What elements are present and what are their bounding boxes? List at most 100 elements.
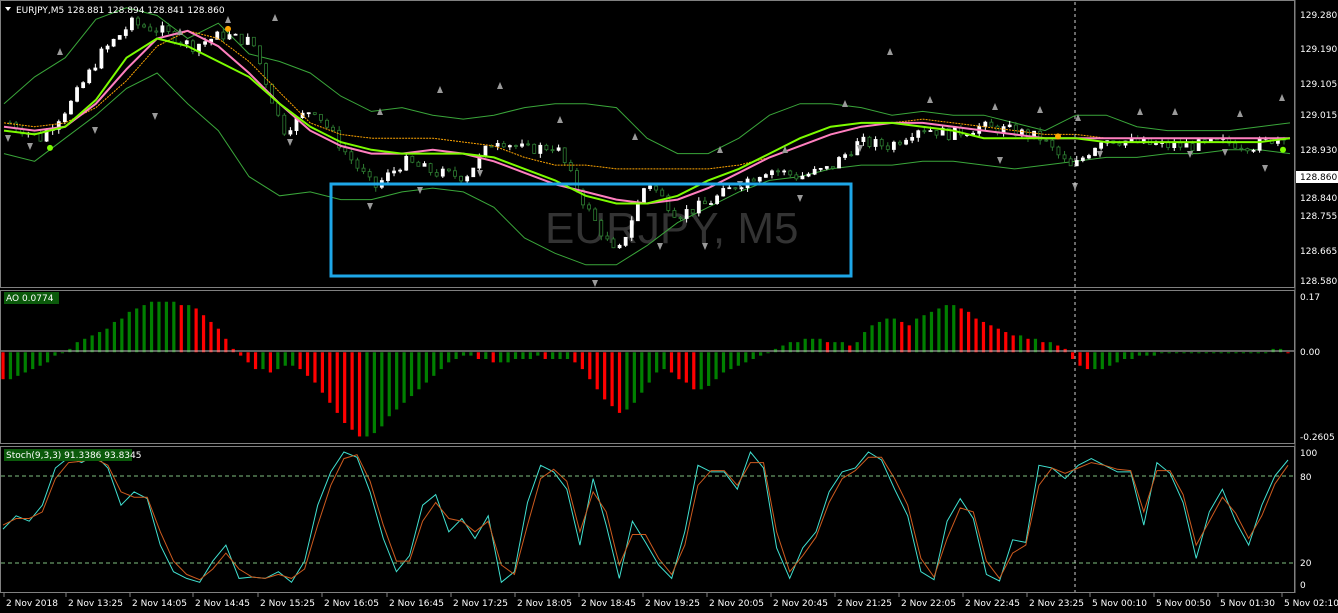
fractal-down-arrow-icon <box>997 157 1003 164</box>
candle-body <box>130 17 134 31</box>
ao-bar <box>1033 338 1038 353</box>
candle-body <box>1184 143 1189 148</box>
ao-bar <box>142 305 146 353</box>
candle-body <box>367 171 372 178</box>
fractal-up-arrow-icon <box>272 14 278 21</box>
candle-body <box>1154 143 1158 145</box>
ao-bar <box>551 352 555 359</box>
trading-chart[interactable]: EURJPY, M5 EURJPY,M5 128.881 128.894 128… <box>0 0 1338 613</box>
candle-body <box>148 26 153 32</box>
fractal-up-arrow-icon <box>927 96 933 103</box>
fractal-up-arrow-icon <box>225 16 231 23</box>
time-label: 2 Nov 19:25 <box>645 599 700 609</box>
fractal-down-arrow-icon <box>152 113 158 120</box>
candle-body <box>867 136 872 147</box>
candle-body <box>349 151 354 161</box>
ao-bar <box>655 352 659 373</box>
ao-bar <box>179 305 183 353</box>
ao-bar <box>981 321 986 353</box>
fractal-down-arrow-icon <box>287 139 293 146</box>
candle-body <box>62 113 67 123</box>
candle-body <box>544 144 549 151</box>
collapse-triangle-icon[interactable] <box>5 7 11 11</box>
time-label: 2 Nov 21:25 <box>837 599 892 609</box>
ao-bar <box>172 301 176 353</box>
ao-bar <box>439 352 443 370</box>
ao-bar <box>491 352 495 363</box>
candle-body <box>453 170 457 177</box>
ao-bar <box>1234 352 1238 354</box>
ao-bar <box>528 352 532 359</box>
candle-body <box>1062 154 1067 160</box>
candle-body <box>629 220 634 238</box>
price-tick: 129.280 <box>1300 11 1337 21</box>
candle-body <box>709 203 713 205</box>
ao-bar <box>952 305 956 353</box>
panel-frames <box>0 0 1295 593</box>
ao-bar <box>239 352 243 356</box>
candle-body <box>221 31 226 40</box>
ao-bar <box>105 328 109 353</box>
candle-body <box>440 168 445 177</box>
ao-bar <box>291 352 295 366</box>
candle-body <box>757 176 762 182</box>
ao-bar <box>707 352 711 386</box>
ao-bar <box>187 305 191 353</box>
ao-bar <box>484 352 488 359</box>
ao-bar <box>714 352 718 380</box>
ao-bar <box>759 352 763 356</box>
ao-bar <box>31 352 35 370</box>
candle-body <box>1080 157 1085 161</box>
candle-body <box>75 87 79 102</box>
ao-bar <box>476 352 480 359</box>
stoch-tick: 100 <box>1300 449 1317 459</box>
candle-body <box>1093 147 1097 156</box>
ao-bar <box>573 352 577 363</box>
candle-body <box>270 83 275 104</box>
ao-bar <box>907 325 911 353</box>
ao-bar <box>744 352 748 363</box>
candle-body <box>648 185 652 189</box>
fractal-up-arrow-icon <box>992 103 998 110</box>
fractal-up-arrow-icon <box>557 116 563 123</box>
time-label: 2 Nov 17:25 <box>453 599 508 609</box>
candle-body <box>233 33 238 36</box>
ao-bar <box>365 352 369 437</box>
fractal-down-arrow-icon <box>367 203 373 210</box>
ao-bar <box>721 352 726 373</box>
candle-body <box>794 174 799 180</box>
ao-bar <box>699 352 703 390</box>
candle-body <box>843 154 848 158</box>
time-axis: 2 Nov 2018 2 Nov 13:25 2 Nov 14:05 2 Nov 14… <box>3 593 1338 609</box>
candle-body <box>727 187 732 190</box>
price-tick: 129.015 <box>1300 111 1337 121</box>
main-header: EURJPY,M5 128.881 128.894 128.841 128.86… <box>5 6 225 16</box>
candle-body <box>239 33 244 45</box>
ao-bar <box>558 352 562 359</box>
price-tick: 128.665 <box>1300 247 1337 257</box>
fractal-up-arrow-icon <box>887 48 893 55</box>
symbol-ohlc-label: EURJPY,M5 128.881 128.894 128.841 128.86… <box>16 6 225 16</box>
fractal-down-arrow-icon <box>1222 149 1228 156</box>
ao-bar <box>432 352 436 376</box>
candle-body <box>678 216 683 219</box>
candle-body <box>160 25 165 33</box>
candle-body <box>312 112 317 115</box>
ao-bar <box>1167 352 1171 354</box>
candle-body <box>635 201 640 222</box>
candle-body <box>873 139 878 147</box>
candle-body <box>282 114 287 135</box>
ao-bar <box>1249 352 1253 354</box>
fractal-up-arrow-icon <box>377 108 383 115</box>
candle-body <box>1087 155 1091 159</box>
candle-body <box>879 139 884 147</box>
fractal-down-arrow-icon <box>797 195 803 202</box>
time-label: 2 Nov 22:05 <box>901 599 956 609</box>
time-label: 2 Nov 14:45 <box>195 599 250 609</box>
candle-body <box>99 48 104 69</box>
price-tick: 128.840 <box>1300 194 1337 204</box>
candle-body <box>142 24 147 28</box>
fractal-up-arrow-icon <box>632 133 638 140</box>
candle-body <box>105 45 110 50</box>
time-label: 2 Nov 15:25 <box>260 599 315 609</box>
